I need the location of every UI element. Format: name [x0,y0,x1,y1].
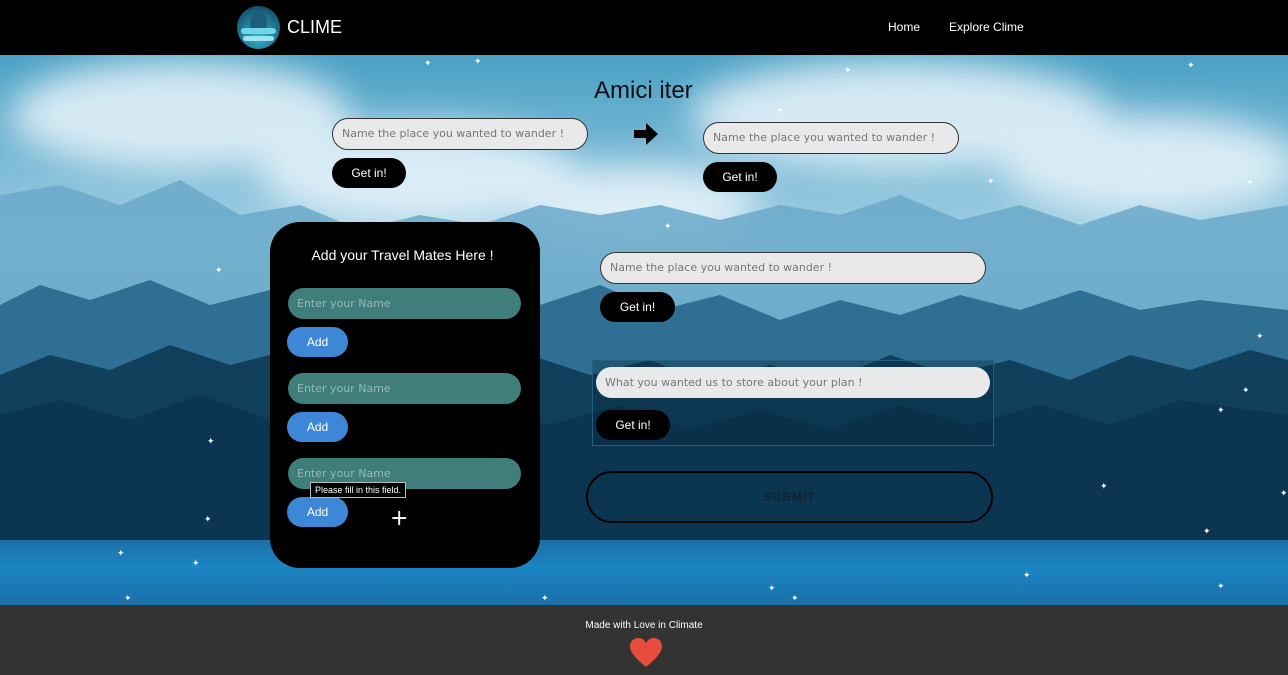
star-icon: ✦ [1023,571,1031,581]
star-icon: ✦ [664,222,672,232]
mate-name-input-1[interactable]: Enter your Name [288,288,521,319]
nav-home-link[interactable]: Home [888,20,920,34]
add-mate-button-2[interactable]: Add [287,412,348,442]
star-icon: ✦ [207,437,215,447]
star-icon: ✦ [192,559,200,569]
star-icon: ✦ [1242,386,1250,396]
heart-icon [630,638,662,667]
star-icon: ✦ [204,515,212,525]
submit-button[interactable]: SUBMIT [586,471,993,523]
travel-mates-card: Add your Travel Mates Here ! Enter your … [270,222,540,568]
plus-icon[interactable]: + [390,506,408,531]
get-in-button-2[interactable]: Get in! [703,162,777,192]
lake-water [0,540,1288,605]
add-mate-button-1[interactable]: Add [287,327,348,357]
star-icon: ✦ [124,594,132,604]
star-icon: ✦ [117,549,125,559]
star-icon: ✦ [1246,178,1254,188]
get-in-button-4[interactable]: Get in! [596,410,670,440]
page-title: Amici iter [594,77,693,104]
plan-input[interactable]: What you wanted us to store about your p… [596,367,990,398]
place-input-3[interactable]: Name the place you wanted to wander ! [600,252,986,284]
star-icon: ✦ [1217,582,1225,592]
footer-text: Made with Love in Climate [585,620,703,631]
star-icon: ✦ [776,106,784,116]
star-icon: ✦ [844,66,852,76]
star-icon: ✦ [791,594,799,604]
arrow-right-icon [634,123,658,145]
place-input-1[interactable]: Name the place you wanted to wander ! [332,118,588,150]
star-icon: ✦ [424,59,432,69]
star-icon: ✦ [1100,482,1108,492]
brand-name[interactable]: CLIME [287,17,342,38]
place-input-2[interactable]: Name the place you wanted to wander ! [703,122,959,154]
star-icon: ✦ [1280,489,1288,499]
get-in-button-1[interactable]: Get in! [332,158,406,188]
validation-tooltip: Please fill in this field. [310,482,407,498]
star-icon: ✦ [1217,406,1225,416]
star-icon: ✦ [1256,332,1264,342]
get-in-button-3[interactable]: Get in! [600,292,675,322]
star-icon: ✦ [1187,61,1195,71]
star-icon: ✦ [987,177,995,187]
nav-explore-link[interactable]: Explore Clime [949,20,1024,34]
star-icon: ✦ [541,594,549,604]
star-icon: ✦ [768,584,776,594]
mate-name-input-2[interactable]: Enter your Name [288,373,521,404]
star-icon: ✦ [1203,527,1211,537]
top-navbar: CLIME Home Explore Clime [0,0,1288,55]
add-mate-button-3[interactable]: Add [287,497,348,527]
star-icon: ✦ [215,266,223,276]
star-icon: ✦ [474,57,482,67]
logo-icon[interactable] [237,6,280,49]
card-title: Add your Travel Mates Here ! [311,247,494,263]
